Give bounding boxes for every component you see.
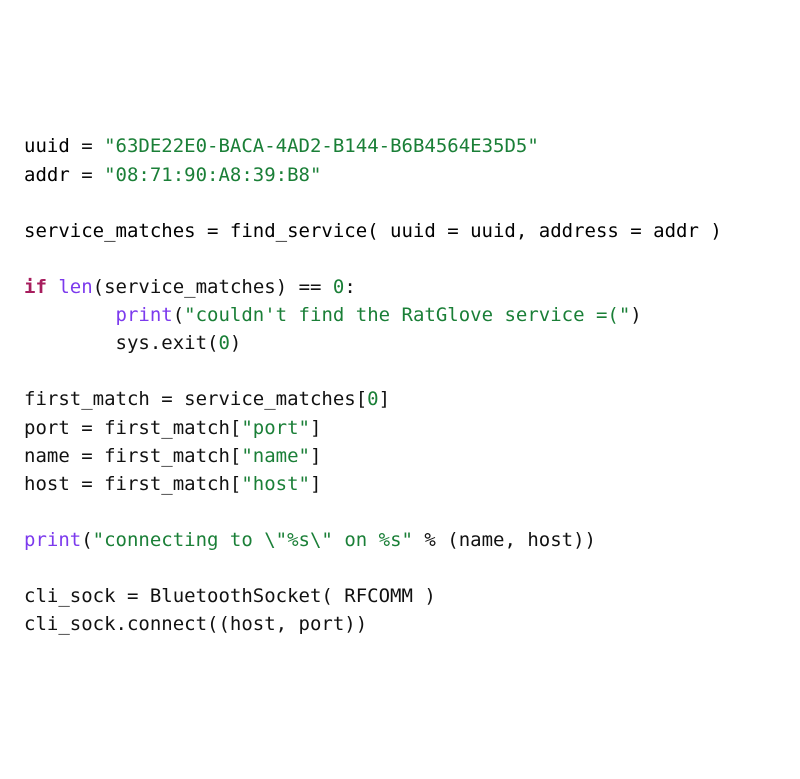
str-host: "host" — [241, 473, 310, 495]
code-line-8: sys.exit(0) — [24, 329, 776, 357]
code-line-4: service_matches = find_service( uuid = u… — [24, 217, 776, 245]
code-line-16 — [24, 554, 776, 582]
bracket: ] — [310, 445, 321, 467]
str-msg: "couldn't find the RatGlove service =(" — [184, 304, 630, 326]
code-line-5 — [24, 245, 776, 273]
str-connecting: "connecting to \"%s\" on %s" — [93, 529, 413, 551]
stmt-connect: cli_sock.connect((host, port)) — [24, 613, 367, 635]
str-addr: "08:71:90:A8:39:B8" — [104, 164, 321, 186]
paren: ( — [81, 529, 92, 551]
str-name: "name" — [241, 445, 310, 467]
str-port: "port" — [241, 417, 310, 439]
cond: (service_matches) == — [93, 276, 333, 298]
str-uuid: "63DE22E0-BACA-4AD2-B144-B6B4564E35D5" — [104, 135, 539, 157]
code-line-18: cli_sock.connect((host, port)) — [24, 610, 776, 638]
bi-print: print — [24, 529, 81, 551]
bracket: ] — [310, 417, 321, 439]
code-line-1: uuid = "63DE22E0-BACA-4AD2-B144-B6B4564E… — [24, 132, 776, 160]
bracket: ] — [310, 473, 321, 495]
code-line-13: host = first_match["host"] — [24, 470, 776, 498]
paren: ) — [630, 304, 641, 326]
code-line-7: print("couldn't find the RatGlove servic… — [24, 301, 776, 329]
code-line-14 — [24, 498, 776, 526]
code-line-2: addr = "08:71:90:A8:39:B8" — [24, 161, 776, 189]
code-line-9 — [24, 357, 776, 385]
stmt-name: name = first_match[ — [24, 445, 241, 467]
stmt-port: port = first_match[ — [24, 417, 241, 439]
code-line-15: print("connecting to \"%s\" on %s" % (na… — [24, 526, 776, 554]
num-zero: 0 — [333, 276, 344, 298]
var-addr: addr — [24, 164, 70, 186]
paren: ( — [173, 304, 184, 326]
fmt-rest: % (name, host)) — [413, 529, 596, 551]
sys-exit: sys.exit( — [116, 332, 219, 354]
bi-print: print — [116, 304, 173, 326]
bracket: ] — [379, 388, 390, 410]
code-line-3 — [24, 189, 776, 217]
indent — [24, 332, 116, 354]
code-line-6: if len(service_matches) == 0: — [24, 273, 776, 301]
code-line-11: port = first_match["port"] — [24, 414, 776, 442]
space — [47, 276, 58, 298]
var-uuid: uuid — [24, 135, 70, 157]
stmt-first-match: first_match = service_matches[ — [24, 388, 367, 410]
num-zero: 0 — [367, 388, 378, 410]
eq: = — [70, 164, 104, 186]
code-line-12: name = first_match["name"] — [24, 442, 776, 470]
stmt-host: host = first_match[ — [24, 473, 241, 495]
num-zero: 0 — [218, 332, 229, 354]
stmt-find-service: service_matches = find_service( uuid = u… — [24, 220, 722, 242]
colon: : — [344, 276, 355, 298]
eq: = — [70, 135, 104, 157]
code-line-17: cli_sock = BluetoothSocket( RFCOMM ) — [24, 582, 776, 610]
indent — [24, 304, 116, 326]
stmt-cli-sock: cli_sock = BluetoothSocket( RFCOMM ) — [24, 585, 436, 607]
kw-if: if — [24, 276, 47, 298]
paren: ) — [230, 332, 241, 354]
code-line-10: first_match = service_matches[0] — [24, 385, 776, 413]
bi-len: len — [58, 276, 92, 298]
